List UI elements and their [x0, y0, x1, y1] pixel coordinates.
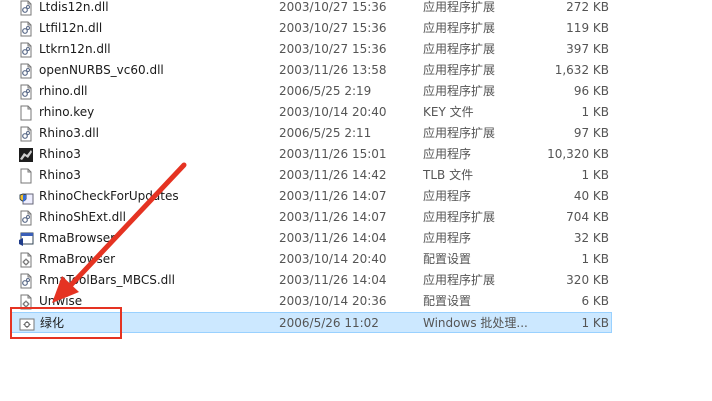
file-size: 1 KB	[581, 252, 609, 266]
file-type: 应用程序扩展	[423, 273, 496, 287]
file-date-modified: 2006/5/26 11:02	[279, 316, 379, 330]
file-date-modified: 2003/10/14 20:36	[279, 294, 387, 308]
file-type: Windows 批处理...	[423, 316, 528, 330]
file-size: 272 KB	[566, 0, 609, 14]
file-list: Ltdis12n.dll 2003/10/27 15:36 应用程序扩展 272 KB…	[0, 0, 712, 333]
dll-icon	[18, 210, 34, 226]
file-type: 应用程序扩展	[423, 0, 496, 14]
file-row[interactable]: Rhino3 2003/11/26 14:42 TLB 文件 1 KB	[0, 165, 712, 186]
file-name: 绿化	[40, 316, 65, 330]
file-row[interactable]: RmaBrowser 2003/10/14 20:40 配置设置 1 KB	[0, 249, 712, 270]
file-date-modified: 2003/10/14 20:40	[279, 252, 387, 266]
file-name: Ltdis12n.dll	[39, 0, 109, 14]
file-size: 96 KB	[573, 84, 609, 98]
config-icon	[18, 252, 34, 268]
file-size: 704 KB	[566, 210, 609, 224]
file-type: 配置设置	[423, 294, 472, 308]
file-size: 397 KB	[566, 42, 609, 56]
file-size: 1 KB	[581, 316, 609, 330]
file-name: RmaToolBars_MBCS.dll	[39, 273, 175, 287]
file-date-modified: 2003/10/14 20:40	[279, 105, 387, 119]
file-type: 应用程序扩展	[423, 126, 496, 140]
dll-icon	[18, 21, 34, 37]
file-date-modified: 2003/10/27 15:36	[279, 0, 387, 14]
file-row[interactable]: RhinoShExt.dll 2003/11/26 14:07 应用程序扩展 704 …	[0, 207, 712, 228]
file-icon	[18, 105, 34, 121]
file-size: 32 KB	[573, 231, 609, 245]
file-size: 320 KB	[566, 273, 609, 287]
file-name: Unwise	[39, 294, 83, 308]
file-type: TLB 文件	[423, 168, 474, 182]
file-date-modified: 2003/11/26 14:07	[279, 189, 387, 203]
file-name: RhinoCheckForUpdates	[39, 189, 179, 203]
file-date-modified: 2003/10/27 15:36	[279, 21, 387, 35]
browser-app-icon	[18, 231, 34, 247]
file-explorer: Ltdis12n.dll 2003/10/27 15:36 应用程序扩展 272 KB…	[0, 0, 712, 401]
file-type: 应用程序	[423, 231, 472, 245]
file-size: 97 KB	[573, 126, 609, 140]
file-size: 6 KB	[581, 294, 609, 308]
dll-icon	[18, 0, 34, 16]
file-row[interactable]: Rhino3.dll 2006/5/25 2:11 应用程序扩展 97 KB	[0, 123, 712, 144]
file-size: 1 KB	[581, 168, 609, 182]
file-type: 应用程序扩展	[423, 210, 496, 224]
file-name: rhino.key	[39, 105, 95, 119]
file-row[interactable]: rhino.dll 2006/5/25 2:19 应用程序扩展 96 KB	[0, 81, 712, 102]
file-type: KEY 文件	[423, 105, 474, 119]
dll-icon	[18, 63, 34, 79]
file-name: RmaBrowser	[39, 252, 116, 266]
file-size: 119 KB	[566, 21, 609, 35]
file-name: Ltkrn12n.dll	[39, 42, 111, 56]
file-size: 10,320 KB	[547, 147, 609, 161]
file-type: 应用程序扩展	[423, 21, 496, 35]
file-name: RhinoShExt.dll	[39, 210, 126, 224]
file-row[interactable]: Rhino3 2003/11/26 15:01 应用程序 10,320 KB	[0, 144, 712, 165]
shield-app-icon	[18, 189, 34, 205]
file-size: 40 KB	[573, 189, 609, 203]
file-icon	[18, 168, 34, 184]
file-date-modified: 2003/11/26 13:58	[279, 63, 387, 77]
file-date-modified: 2003/11/26 15:01	[279, 147, 387, 161]
file-name: rhino.dll	[39, 84, 88, 98]
file-name: Rhino3.dll	[39, 126, 99, 140]
file-date-modified: 2003/11/26 14:04	[279, 231, 387, 245]
batch-file-icon	[19, 316, 35, 332]
file-row[interactable]: openNURBS_vc60.dll 2003/11/26 13:58 应用程序扩展…	[0, 60, 712, 81]
file-size: 1,632 KB	[554, 63, 609, 77]
file-row-selected[interactable]: 绿化 2006/5/26 11:02 Windows 批处理... 1 KB	[10, 312, 612, 333]
dll-icon	[18, 42, 34, 58]
file-row[interactable]: Ltdis12n.dll 2003/10/27 15:36 应用程序扩展 272 KB	[0, 0, 712, 18]
dll-icon	[18, 84, 34, 100]
file-name: openNURBS_vc60.dll	[39, 63, 164, 77]
file-date-modified: 2003/10/27 15:36	[279, 42, 387, 56]
config-icon	[18, 294, 34, 310]
file-date-modified: 2006/5/25 2:11	[279, 126, 372, 140]
file-date-modified: 2003/11/26 14:07	[279, 210, 387, 224]
file-type: 应用程序	[423, 189, 472, 203]
file-date-modified: 2003/11/26 14:04	[279, 273, 387, 287]
file-type: 应用程序	[423, 147, 472, 161]
file-name: RmaBrowser	[39, 231, 116, 245]
file-row[interactable]: rhino.key 2003/10/14 20:40 KEY 文件 1 KB	[0, 102, 712, 123]
file-row[interactable]: RmaToolBars_MBCS.dll 2003/11/26 14:04 应用程序…	[0, 270, 712, 291]
file-row[interactable]: Unwise 2003/10/14 20:36 配置设置 6 KB	[0, 291, 712, 312]
dll-icon	[18, 273, 34, 289]
file-row[interactable]: Ltkrn12n.dll 2003/10/27 15:36 应用程序扩展 397 KB	[0, 39, 712, 60]
file-size: 1 KB	[581, 105, 609, 119]
dll-icon	[18, 126, 34, 142]
rhino-app-icon	[18, 147, 34, 163]
file-row[interactable]: Ltfil12n.dll 2003/10/27 15:36 应用程序扩展 119 KB	[0, 18, 712, 39]
file-type: 应用程序扩展	[423, 63, 496, 77]
file-name: Rhino3	[39, 168, 81, 182]
file-row[interactable]: RhinoCheckForUpdates 2003/11/26 14:07 应用程序…	[0, 186, 712, 207]
file-name: Ltfil12n.dll	[39, 21, 103, 35]
file-name: Rhino3	[39, 147, 81, 161]
file-type: 应用程序扩展	[423, 84, 496, 98]
file-type: 配置设置	[423, 252, 472, 266]
file-type: 应用程序扩展	[423, 42, 496, 56]
file-date-modified: 2003/11/26 14:42	[279, 168, 387, 182]
file-date-modified: 2006/5/25 2:19	[279, 84, 372, 98]
file-row[interactable]: RmaBrowser 2003/11/26 14:04 应用程序 32 KB	[0, 228, 712, 249]
